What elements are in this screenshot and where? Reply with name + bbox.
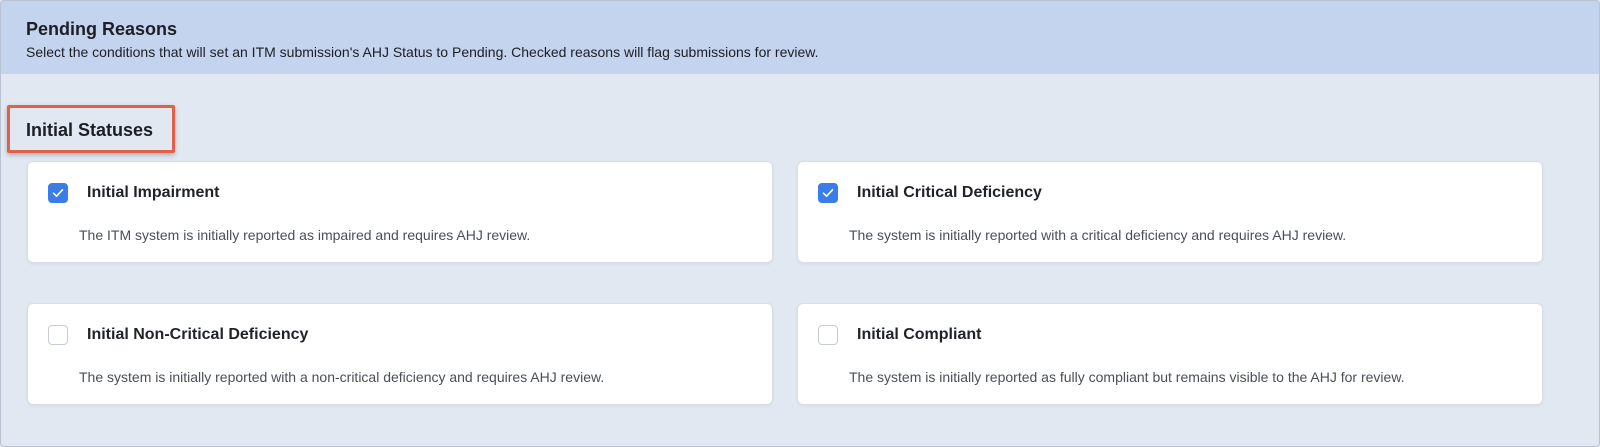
section-heading-highlight: Initial Statuses: [7, 105, 175, 153]
page-description: Select the conditions that will set an I…: [26, 44, 819, 60]
checkbox-initial-non-critical-deficiency[interactable]: [48, 325, 68, 345]
reason-description: The ITM system is initially reported as …: [79, 227, 531, 243]
checkbox-initial-compliant[interactable]: [818, 325, 838, 345]
check-icon: [52, 189, 64, 197]
checkbox-initial-critical-deficiency[interactable]: [818, 183, 838, 203]
page-title: Pending Reasons: [26, 19, 178, 39]
reason-description: The system is initially reported with a …: [849, 227, 1347, 243]
reason-description: The system is initially reported as full…: [849, 369, 1405, 385]
reason-card-initial-compliant[interactable]: Initial Compliant The system is initiall…: [797, 303, 1543, 405]
reason-title: Initial Non-Critical Deficiency: [87, 326, 309, 343]
pending-reasons-panel: Pending Reasons Select the conditions th…: [0, 0, 1600, 447]
reason-title: Initial Impairment: [87, 184, 220, 201]
reason-title: Initial Compliant: [857, 326, 982, 343]
reason-card-initial-critical-deficiency[interactable]: Initial Critical Deficiency The system i…: [797, 161, 1543, 263]
reason-card-initial-non-critical-deficiency[interactable]: Initial Non-Critical Deficiency The syst…: [27, 303, 773, 405]
section-heading: Initial Statuses: [26, 120, 154, 140]
reason-card-initial-impairment[interactable]: Initial Impairment The ITM system is ini…: [27, 161, 773, 263]
reason-title: Initial Critical Deficiency: [857, 184, 1042, 201]
panel-header: Pending Reasons Select the conditions th…: [1, 1, 1599, 74]
reason-description: The system is initially reported with a …: [79, 369, 605, 385]
checkbox-initial-impairment[interactable]: [48, 183, 68, 203]
check-icon: [822, 189, 834, 197]
